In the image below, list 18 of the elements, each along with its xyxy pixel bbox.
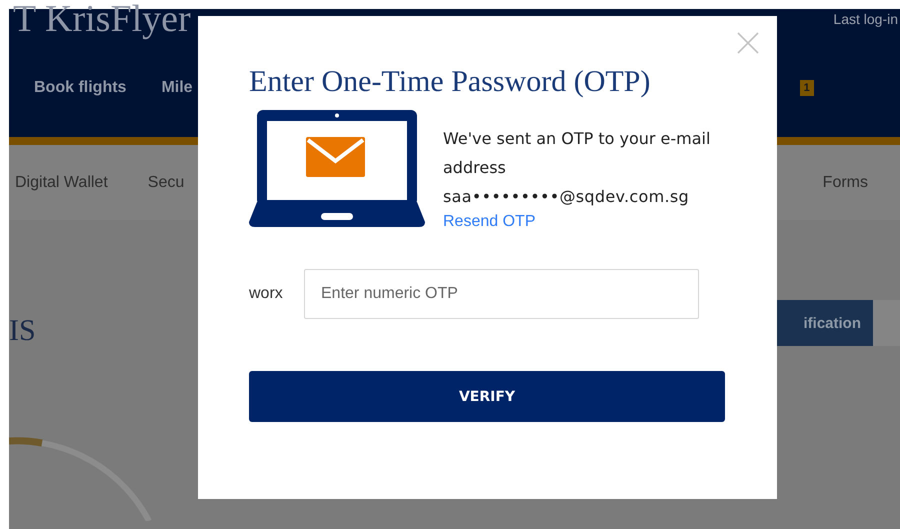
section-heading: IS bbox=[9, 314, 36, 348]
nav-link[interactable]: Mile bbox=[161, 79, 193, 97]
close-icon[interactable] bbox=[737, 32, 759, 54]
last-login-link[interactable]: Last log-in bbox=[833, 11, 898, 27]
verify-button[interactable]: VERIFY bbox=[249, 371, 725, 422]
otp-input-field[interactable]: Enter numeric OTP bbox=[304, 269, 699, 319]
nav-link[interactable]: Book flights bbox=[34, 79, 126, 97]
resend-otp-link[interactable]: Resend OTP bbox=[443, 211, 536, 233]
tab-button[interactable]: ification bbox=[777, 300, 873, 346]
field-label: worx bbox=[249, 285, 284, 303]
count-badge: 1 bbox=[800, 80, 814, 96]
page-title: T KrisFlyer bbox=[13, 1, 191, 37]
email-address: saa•••••••••@sqdev.com.sg bbox=[443, 186, 689, 208]
sub-nav-link[interactable]: Digital Wallet bbox=[15, 174, 108, 192]
laptop-mail-icon bbox=[249, 110, 425, 228]
sub-nav-link[interactable]: Forms bbox=[822, 174, 868, 192]
sub-nav-link[interactable]: Secu bbox=[148, 174, 184, 192]
dialog-title: Enter One-Time Password (OTP) bbox=[249, 64, 652, 100]
